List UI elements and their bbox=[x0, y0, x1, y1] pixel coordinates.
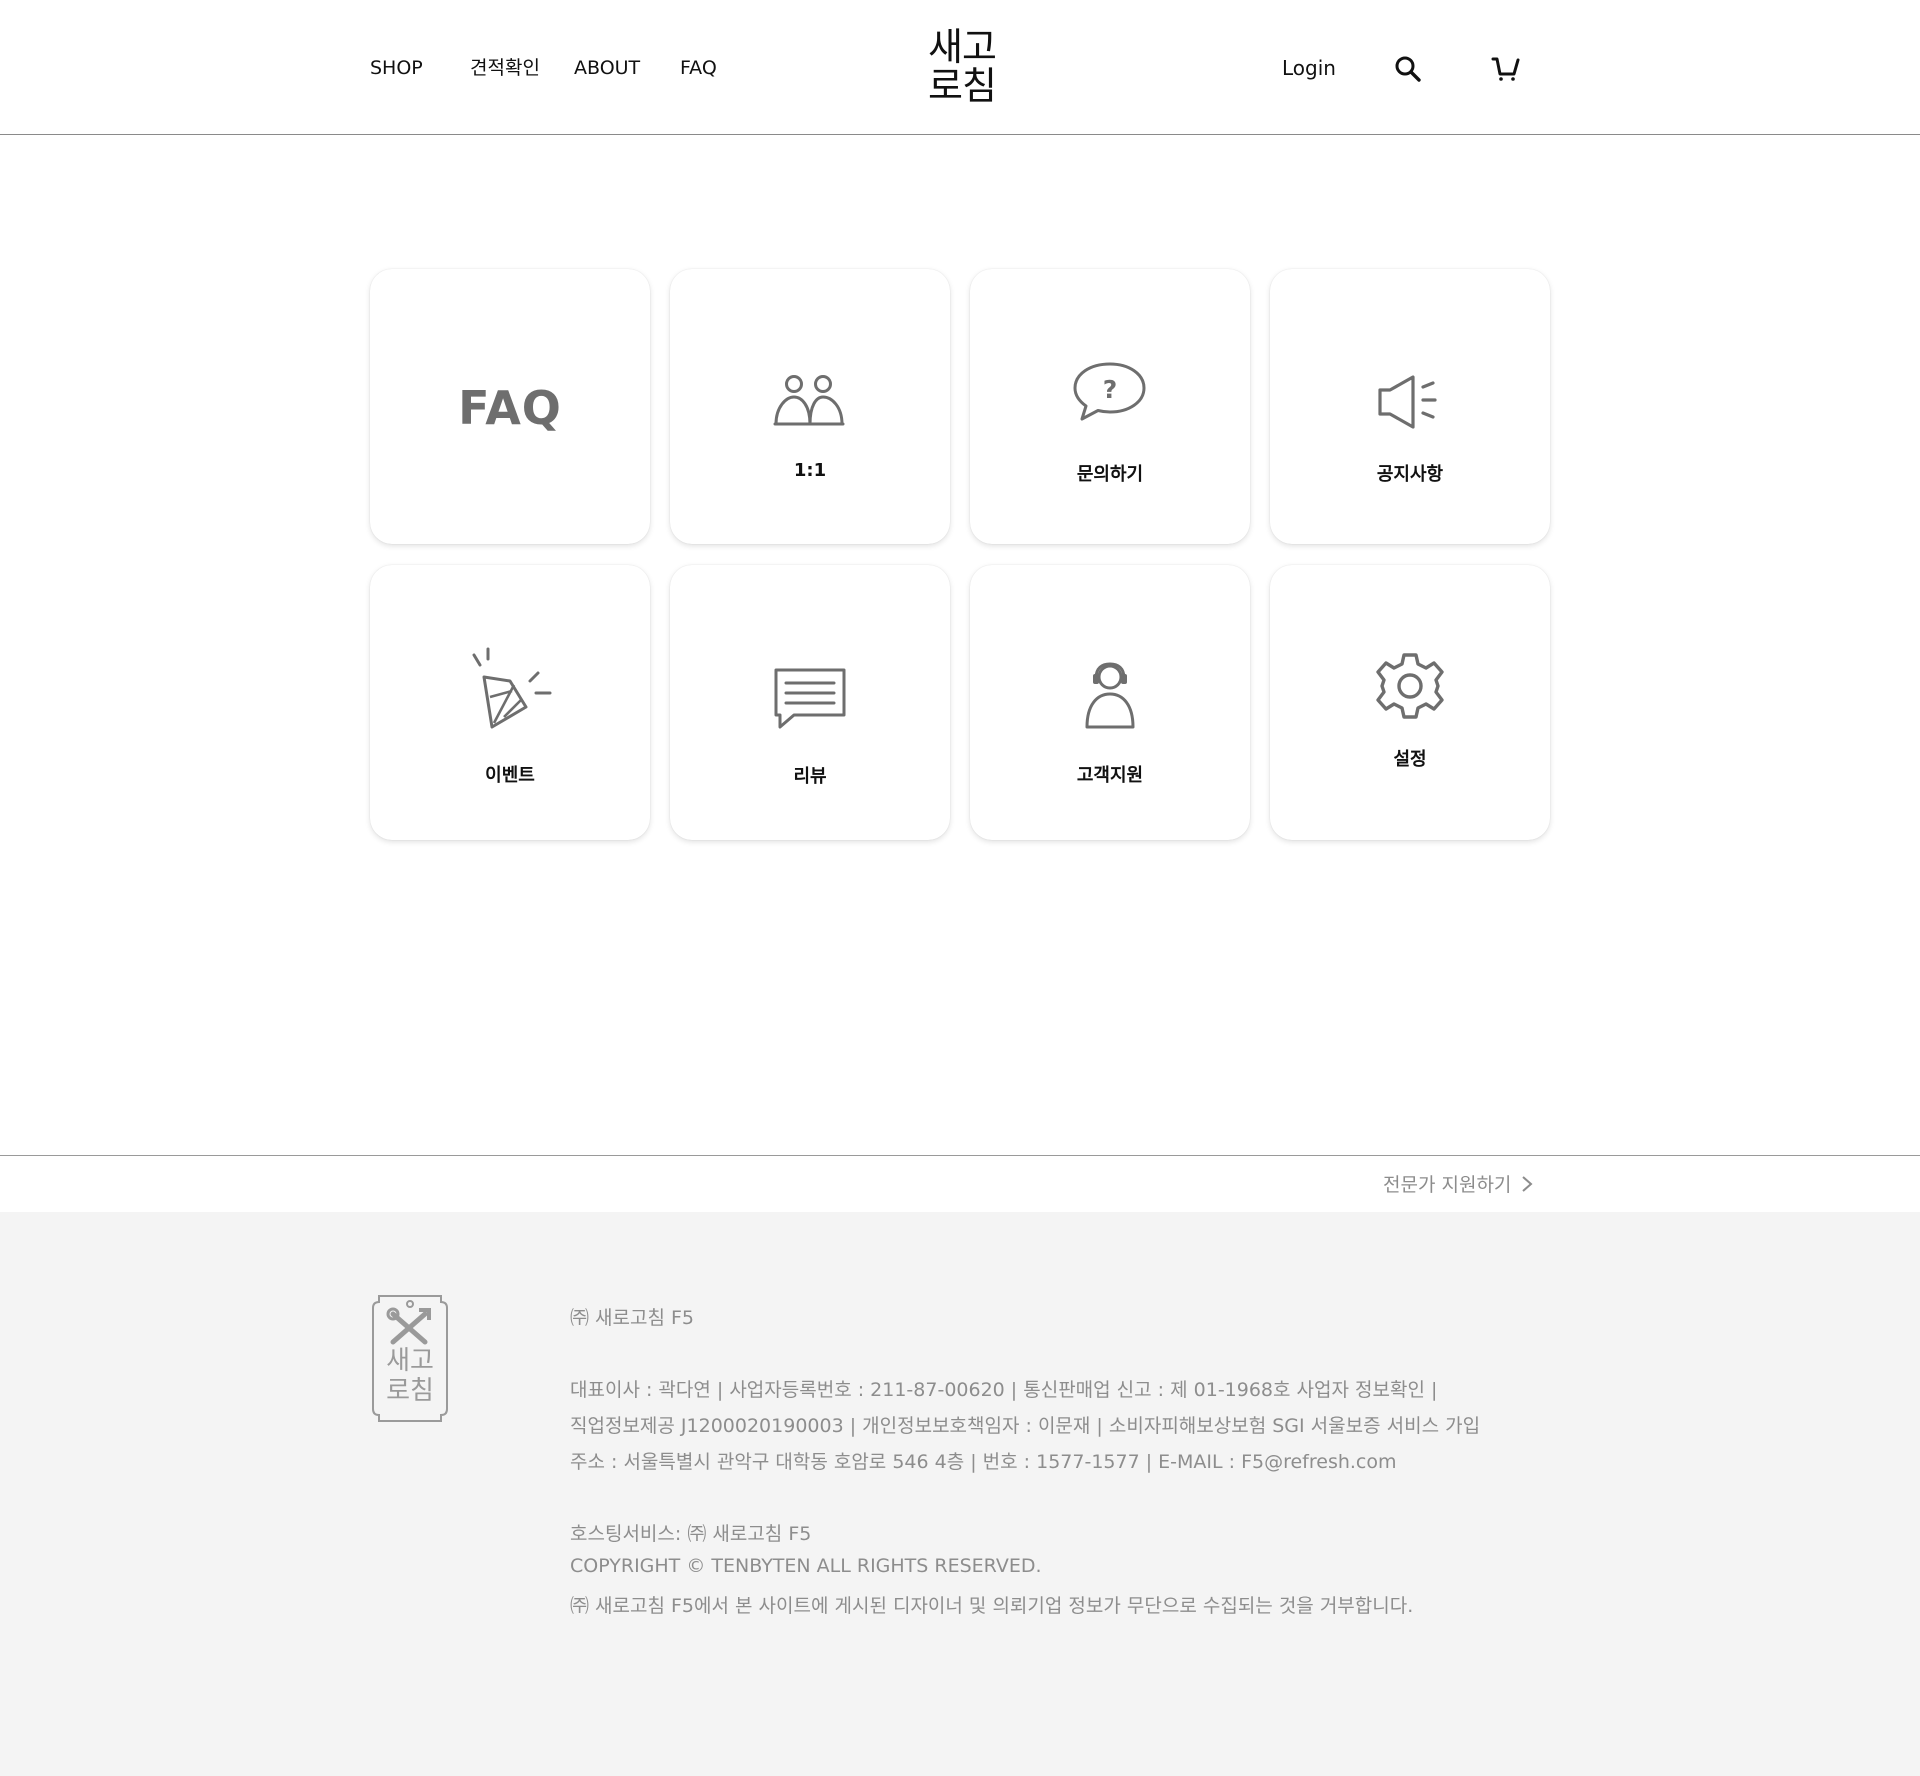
card-label: 문의하기 bbox=[1076, 464, 1144, 485]
card-inquiry[interactable]: ? 문의하기 bbox=[970, 269, 1250, 544]
footer-info-2: 직업정보제공 J1200020190003 | 개인정보보호책임자 : 이문재 … bbox=[570, 1415, 1481, 1437]
chevron-right-icon bbox=[1522, 1175, 1533, 1192]
card-notice[interactable]: 공지사항 bbox=[1270, 269, 1550, 544]
nav-faq[interactable]: FAQ bbox=[680, 56, 717, 80]
footer-info-3: 주소 : 서울특별시 관악구 대학동 호암로 546 4층 | 번호 : 157… bbox=[570, 1451, 1397, 1473]
nav-about[interactable]: ABOUT bbox=[574, 56, 640, 80]
card-label: 공지사항 bbox=[1376, 464, 1444, 485]
faq-text-icon: FAQ bbox=[458, 381, 562, 435]
party-popper-icon bbox=[472, 647, 552, 729]
footer-notice: ㈜ 새로고침 F5에서 본 사이트에 게시된 디자이너 및 의뢰기업 정보가 무… bbox=[570, 1595, 1414, 1617]
expert-apply-link[interactable]: 전문가 지원하기 bbox=[1383, 1170, 1533, 1197]
card-label: 설정 bbox=[1393, 749, 1427, 770]
footer-hosting: 호스팅서비스: ㈜ 새로고침 F5 bbox=[570, 1523, 812, 1545]
card-review[interactable]: 리뷰 bbox=[670, 565, 950, 840]
card-event[interactable]: 이벤트 bbox=[370, 565, 650, 840]
card-label: 고객지원 bbox=[1076, 765, 1144, 786]
card-customer-support[interactable]: 고객지원 bbox=[970, 565, 1250, 840]
card-faq[interactable]: FAQ bbox=[370, 269, 650, 544]
footer-company: ㈜ 새로고침 F5 bbox=[570, 1307, 695, 1329]
nav-estimate[interactable]: 견적확인 bbox=[470, 56, 540, 80]
megaphone-icon bbox=[1378, 375, 1437, 429]
card-label: 1:1 bbox=[793, 460, 827, 481]
nav-shop[interactable]: SHOP bbox=[370, 56, 423, 80]
two-people-icon bbox=[773, 375, 845, 426]
svg-text:?: ? bbox=[1103, 375, 1118, 404]
expert-apply-label: 전문가 지원하기 bbox=[1383, 1174, 1512, 1196]
card-label: 이벤트 bbox=[485, 765, 535, 786]
login-link[interactable]: Login bbox=[1282, 56, 1336, 80]
footer-logo-text: 새고 로침 bbox=[386, 1346, 434, 1406]
cart-icon[interactable] bbox=[1491, 54, 1521, 84]
logo-line-2: 로침 bbox=[928, 64, 997, 108]
card-one-on-one[interactable]: 1:1 bbox=[670, 269, 950, 544]
section-divider bbox=[0, 1155, 1920, 1156]
card-settings[interactable]: 설정 bbox=[1270, 565, 1550, 840]
site-footer: 새고 로침 ㈜ 새로고침 F5 대표이사 : 곽다연 | 사업자등록번호 : 2… bbox=[0, 1212, 1920, 1776]
card-label: 리뷰 bbox=[793, 766, 827, 787]
logo-line-1: 새고 bbox=[928, 25, 997, 69]
search-icon[interactable] bbox=[1393, 54, 1423, 84]
headset-person-icon bbox=[1085, 662, 1135, 729]
gear-icon bbox=[1376, 653, 1444, 719]
site-header: SHOP 견적확인 ABOUT FAQ 새고 로침 Login bbox=[0, 0, 1920, 135]
footer-copyright: COPYRIGHT © TENBYTEN ALL RIGHTS RESERVED… bbox=[570, 1555, 1042, 1577]
footer-info-1: 대표이사 : 곽다연 | 사업자등록번호 : 211-87-00620 | 통신… bbox=[570, 1379, 1438, 1401]
question-bubble-icon: ? bbox=[1073, 362, 1146, 421]
message-lines-icon bbox=[774, 668, 846, 729]
site-logo[interactable]: 새고 로침 bbox=[922, 28, 1002, 108]
